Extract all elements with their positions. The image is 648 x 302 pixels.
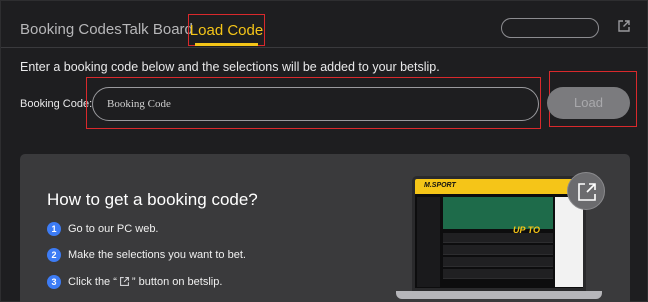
step-number: 1 [47, 222, 61, 236]
illustration-row [443, 233, 553, 243]
illustration-logo: M.SPORT [424, 182, 456, 189]
step-text-before: Click the “ [68, 276, 117, 288]
share-icon [119, 277, 129, 286]
share-icon-circle [567, 172, 605, 210]
load-button[interactable]: Load [547, 87, 630, 119]
booking-code-label: Booking Code: [20, 98, 93, 110]
illustration-row [443, 257, 553, 267]
step-text-after: ” button on betslip. [131, 276, 223, 288]
search-pill[interactable] [501, 18, 599, 38]
intro-text: Enter a booking code below and the selec… [20, 60, 440, 74]
share-icon [578, 183, 596, 201]
step-number: 3 [47, 275, 61, 289]
tab-bar: Booking Codes Talk Board Load Code [1, 1, 648, 48]
illustration-row [443, 269, 553, 279]
step-text: Make the selections you want to bet. [68, 249, 246, 261]
illustration-navbar: M.SPORT [415, 179, 583, 194]
load-code-panel: Booking Codes Talk Board Load Code Enter… [0, 0, 648, 302]
illustration-sidebar [417, 197, 440, 287]
step-number: 2 [47, 248, 61, 262]
illustration-row [443, 245, 553, 255]
how-to-title: How to get a booking code? [47, 190, 258, 209]
step-text: Click the “ ” button on betslip. [68, 276, 222, 288]
tab-load-code[interactable]: Load Code [188, 14, 265, 46]
external-link-icon[interactable] [617, 19, 631, 33]
laptop-illustration: M.SPORT UP TO 130% [412, 176, 586, 291]
tab-booking-codes[interactable]: Booking Codes [20, 21, 122, 38]
booking-code-input[interactable] [92, 87, 539, 121]
laptop-base [396, 291, 602, 299]
tab-talk-board[interactable]: Talk Board [122, 21, 193, 38]
illustration-banner: UP TO 130% [443, 197, 553, 245]
step-text: Go to our PC web. [68, 223, 159, 235]
